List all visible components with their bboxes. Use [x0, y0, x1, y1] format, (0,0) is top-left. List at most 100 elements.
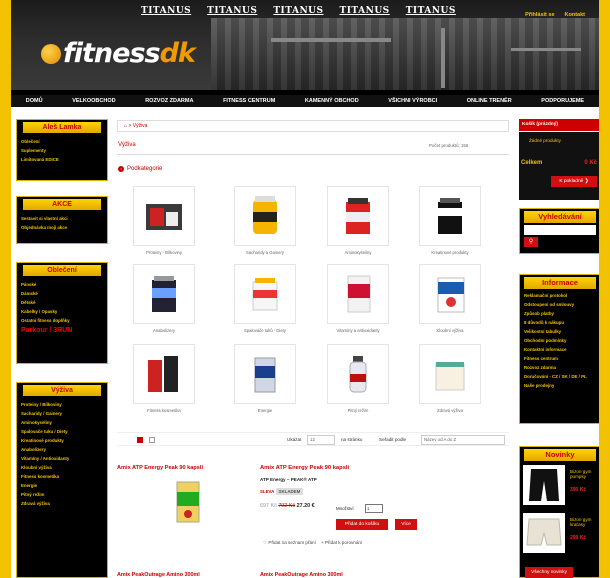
- subcategory-tile[interactable]: [419, 186, 481, 246]
- subcategory-label[interactable]: Pitný režim: [318, 408, 398, 413]
- info-link[interactable]: Rozvoz zdarma: [520, 363, 599, 372]
- cart-header[interactable]: Košík (prázdný): [519, 119, 599, 131]
- obleceni-link-detske[interactable]: Dětské: [17, 298, 107, 307]
- user-link-limited[interactable]: Limitovaná EDICE: [17, 155, 107, 164]
- wishlist-link[interactable]: ♡ Přidat na seznam přání: [263, 540, 316, 545]
- vyziva-link[interactable]: Anabolizery: [17, 445, 107, 454]
- akce-link-order[interactable]: Objednávka mojí akce: [17, 223, 107, 232]
- subcategory-label[interactable]: Sacharidy a Gainery: [225, 250, 305, 255]
- next-product-title[interactable]: Amix PeakOutrage Amino 300ml: [117, 572, 200, 578]
- obleceni-link-damske[interactable]: Dámské: [17, 289, 107, 298]
- subcategory-tile[interactable]: [234, 344, 296, 404]
- product-title[interactable]: Amix ATP Energy Peak 90 kapslí: [260, 465, 349, 471]
- list-view-icon[interactable]: [149, 437, 155, 443]
- jumbo-product-image: [253, 196, 277, 234]
- gym-banner-image: [211, 18, 599, 90]
- vyziva-link[interactable]: Spalovače tuku / Diety: [17, 427, 107, 436]
- info-link[interactable]: Kontaktní informace: [520, 345, 599, 354]
- nav-item-home[interactable]: DOMŮ: [26, 98, 43, 104]
- subcategory-tile[interactable]: [327, 344, 389, 404]
- user-link-obleceni[interactable]: Oblečení: [17, 137, 107, 146]
- subcategory-tile[interactable]: [419, 264, 481, 324]
- nav-item-delivery[interactable]: ROZVOZ ZDARMA: [145, 98, 193, 104]
- subcategory-label[interactable]: Anabolizery: [124, 328, 204, 333]
- vyziva-link[interactable]: Vitamíny / Antioxidanty: [17, 454, 107, 463]
- info-link[interactable]: Velikostní tabulky: [520, 327, 599, 336]
- nav-item-fitness-center[interactable]: FITNESS CENTRUM: [223, 98, 275, 104]
- info-link[interactable]: 8 důvodů k nákupu: [520, 318, 599, 327]
- search-input[interactable]: [524, 225, 596, 235]
- vyziva-link[interactable]: Kloubní výživa: [17, 463, 107, 472]
- obleceni-link-panske[interactable]: Pánské: [17, 280, 107, 289]
- login-link[interactable]: Přihlásit se: [525, 12, 554, 18]
- info-link[interactable]: Fitness centrum: [520, 354, 599, 363]
- akce-link-build[interactable]: Sestavit si vlastní akci: [17, 214, 107, 223]
- novinka-name[interactable]: Bizon gym kraťasy: [570, 517, 599, 527]
- arrow-circle-icon: ›: [118, 166, 124, 172]
- subcategory-tile[interactable]: [133, 186, 195, 246]
- subcategory-label[interactable]: Aminokyseliny: [318, 250, 398, 255]
- nav-item-wholesale[interactable]: VELKOOBCHOD: [72, 98, 115, 104]
- search-icon[interactable]: ⚲: [524, 237, 538, 247]
- user-link-suplementy[interactable]: Suplementy: [17, 146, 107, 155]
- nav-item-brands[interactable]: VŠICHNI VÝROBCI: [388, 98, 437, 104]
- obleceni-link-parkour[interactable]: Parkour / 3RUN: [17, 325, 107, 336]
- site-logo[interactable]: fitnessdk: [41, 38, 196, 69]
- vyziva-link[interactable]: Energie: [17, 481, 107, 490]
- info-link[interactable]: Odstoupení od smlouvy: [520, 300, 599, 309]
- novinka-price: 299 Kč: [570, 535, 587, 541]
- obleceni-box: Oblečení Pánské Dámské Dětské Kabelky / …: [16, 262, 108, 364]
- vyziva-link[interactable]: Kreatinové produkty: [17, 436, 107, 445]
- vyziva-link[interactable]: Zdravá výživa: [17, 499, 107, 508]
- contact-link[interactable]: Kontakt: [565, 12, 585, 18]
- subcategory-label[interactable]: Spalovače tuků - Diety: [225, 328, 305, 333]
- gym-pants-image[interactable]: [523, 465, 565, 505]
- compare-link[interactable]: + Přidat k porovnání: [321, 540, 362, 545]
- nav-item-store[interactable]: KAMENNÝ OBCHOD: [305, 98, 359, 104]
- next-product-title[interactable]: Amix PeakOutrage Amino 300ml: [260, 572, 343, 578]
- vyziva-link[interactable]: Proteiny / Bílkoviny: [17, 400, 107, 409]
- vyziva-link[interactable]: Pitný režim: [17, 490, 107, 499]
- subcategory-label[interactable]: Kreatinové produkty: [410, 250, 490, 255]
- info-link[interactable]: Obchodní podmínky: [520, 336, 599, 345]
- subcategory-label[interactable]: Fitness kosmetika: [124, 408, 204, 413]
- gym-shorts-image[interactable]: [523, 513, 565, 553]
- quantity-input[interactable]: 1: [365, 504, 383, 513]
- subcategory-tile[interactable]: [234, 264, 296, 324]
- obleceni-link-kabelky[interactable]: Kabelky / Opasky: [17, 307, 107, 316]
- subcategory-label[interactable]: Zdravá výživa: [410, 408, 490, 413]
- info-link[interactable]: Způsob platby: [520, 309, 599, 318]
- sort-select[interactable]: Název od A do Z: [421, 435, 505, 445]
- info-link[interactable]: Doručování - CZ / SK / DE / PL: [520, 372, 599, 381]
- product-image-title[interactable]: Amix ATP Energy Peak 90 kapslí: [117, 465, 203, 471]
- vyziva-link[interactable]: Sacharidy / Gainery: [17, 409, 107, 418]
- titanus-mark: TITANUS: [339, 6, 390, 16]
- all-news-button[interactable]: Všechny novinky: [525, 567, 573, 578]
- home-icon[interactable]: ⌂: [124, 123, 127, 129]
- subcategory-tile[interactable]: [133, 264, 195, 324]
- per-page-select[interactable]: 12: [307, 435, 335, 445]
- obleceni-link-ostatni[interactable]: Ostatní fitness doplňky: [17, 316, 107, 325]
- subcategory-label[interactable]: Vitamíny a antioxidanty: [318, 328, 398, 333]
- subcategory-tile[interactable]: [234, 186, 296, 246]
- nav-item-support[interactable]: PODPORUJEME: [541, 98, 584, 104]
- product-image[interactable]: [173, 478, 203, 526]
- info-link[interactable]: Naše prodejny: [520, 381, 599, 390]
- info-link[interactable]: Reklamační protokol: [520, 291, 599, 300]
- checkout-button[interactable]: K pokladně ❯: [551, 176, 597, 187]
- subcategory-tile[interactable]: [419, 344, 481, 404]
- grid-view-icon[interactable]: [137, 437, 143, 443]
- nav-item-online-trainer[interactable]: ONLINE TRENÉR: [467, 98, 512, 104]
- add-to-cart-button[interactable]: Přidat do košíku: [336, 519, 388, 530]
- breadcrumb-current[interactable]: Výživa: [133, 123, 148, 129]
- subcategory-label[interactable]: Kloubní výživa: [410, 328, 490, 333]
- vyziva-link[interactable]: Aminokyseliny: [17, 418, 107, 427]
- subcategory-label[interactable]: Proteiny - Bílkoviny: [124, 250, 204, 255]
- subcategory-label[interactable]: Energie: [225, 408, 305, 413]
- subcategory-tile[interactable]: [327, 186, 389, 246]
- subcategory-tile[interactable]: [327, 264, 389, 324]
- novinka-name[interactable]: Bizon gym pumpky: [570, 469, 599, 479]
- vyziva-link[interactable]: Fitness kosmetika: [17, 472, 107, 481]
- subcategory-tile[interactable]: [133, 344, 195, 404]
- more-button[interactable]: Více: [395, 519, 417, 530]
